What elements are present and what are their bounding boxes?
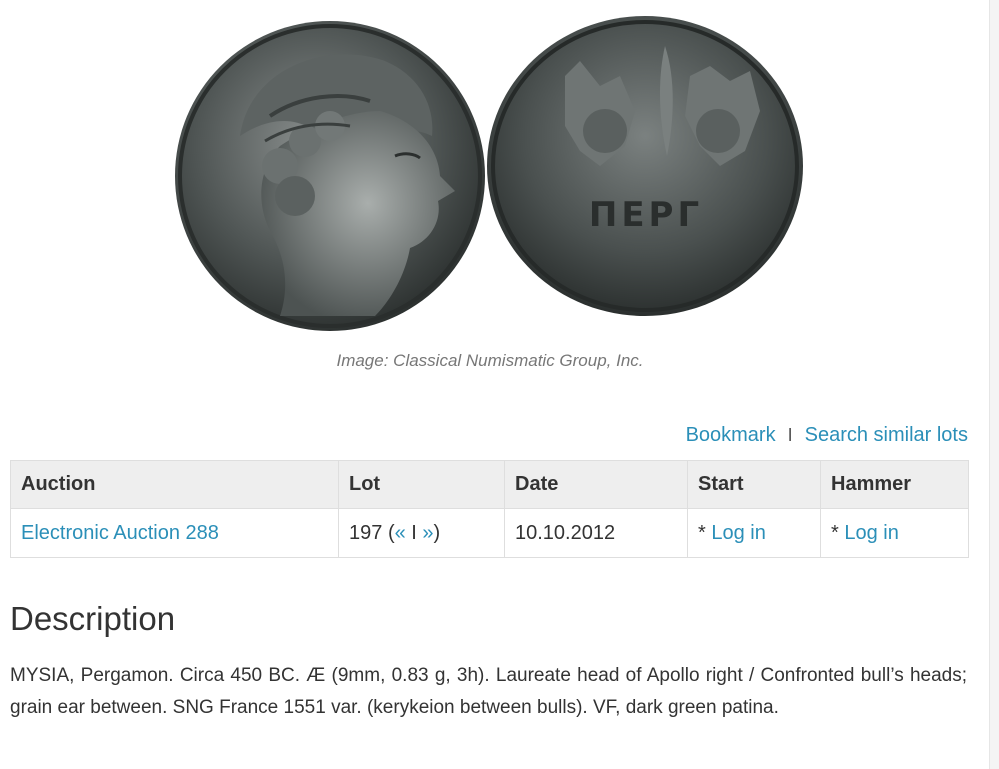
previous-lot-link[interactable]: « [395, 522, 406, 544]
start-cell: * Log in [687, 508, 821, 558]
coin-image: ΠΕΡΓ [170, 16, 810, 336]
lot-nav-open-paren: ( [387, 521, 395, 544]
lot-number: 197 [349, 521, 383, 544]
reverse-coin: ΠΕΡΓ [487, 16, 803, 316]
action-separator: I [787, 425, 793, 445]
hammer-login-link[interactable]: Log in [844, 522, 899, 544]
lot-cell: 197 (« I ») [338, 508, 505, 558]
reverse-legend: ΠΕΡΓ [589, 195, 703, 235]
lot-info-table: Auction Lot Date Start Hammer Electronic… [10, 460, 969, 558]
scrollbar[interactable] [989, 0, 999, 769]
auction-link[interactable]: Electronic Auction 288 [21, 522, 219, 544]
description-heading: Description [10, 600, 176, 637]
start-login-link[interactable]: Log in [711, 522, 766, 544]
bookmark-link[interactable]: Bookmark [686, 424, 776, 447]
lot-actions: Bookmark I Search similar lots [686, 424, 968, 447]
hammer-prefix: * [831, 521, 845, 544]
header-start: Start [687, 460, 821, 509]
table-row: Electronic Auction 288 197 (« I ») 10.10… [10, 508, 969, 558]
obverse-coin [175, 21, 485, 331]
header-hammer: Hammer [820, 460, 969, 509]
date-cell: 10.10.2012 [504, 508, 688, 558]
search-similar-lots-link[interactable]: Search similar lots [805, 424, 968, 447]
hammer-cell: * Log in [820, 508, 969, 558]
image-caption: Image: Classical Numismatic Group, Inc. [336, 351, 644, 370]
next-lot-link[interactable]: » [422, 522, 433, 544]
lot-nav-close-paren: ) [433, 521, 441, 544]
table-header-row: Auction Lot Date Start Hammer [10, 460, 969, 509]
description-text: MYSIA, Pergamon. Circa 450 BC. Æ (9mm, 0… [10, 665, 967, 718]
header-date: Date [504, 460, 688, 509]
start-prefix: * [698, 521, 712, 544]
auction-cell: Electronic Auction 288 [10, 508, 339, 558]
header-lot: Lot [338, 460, 505, 509]
header-auction: Auction [10, 460, 339, 509]
lot-nav-separator: I [411, 521, 417, 544]
